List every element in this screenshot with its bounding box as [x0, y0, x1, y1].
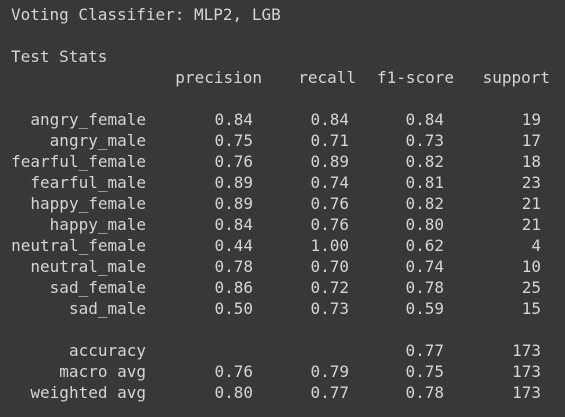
row-label: macro avg [59, 362, 146, 381]
precision-value: 0.80 [214, 383, 253, 402]
row-label: angry_male [49, 131, 146, 150]
recall-value: 0.76 [310, 194, 349, 213]
f1-score-value: 0.59 [405, 299, 444, 318]
row-label: fearful_female [11, 152, 146, 171]
table-row: sad_male 0.50 0.73 0.59 15 [0, 298, 565, 319]
support-value: 10 [521, 257, 541, 276]
row-label: sad_male [68, 299, 146, 318]
header-recall: recall [298, 68, 356, 87]
f1-score-value: 0.77 [405, 341, 444, 360]
f1-score-value: 0.62 [405, 236, 444, 255]
precision-value: 0.76 [214, 362, 253, 381]
f1-score-value: 0.74 [405, 257, 444, 276]
support-value: 173 [512, 341, 541, 360]
table-header: precision recall f1-score support [0, 67, 565, 88]
f1-score-value: 0.80 [405, 215, 444, 234]
precision-value: 0.84 [214, 110, 253, 129]
recall-value: 0.73 [310, 299, 349, 318]
support-value: 23 [521, 173, 541, 192]
recall-value: 0.84 [310, 110, 349, 129]
f1-score-value: 0.82 [405, 152, 444, 171]
recall-value: 0.89 [310, 152, 349, 171]
support-value: 18 [521, 152, 541, 171]
summary-row: weighted avg 0.80 0.77 0.78 173 [0, 382, 565, 403]
precision-value: 0.78 [214, 257, 253, 276]
f1-score-value: 0.75 [405, 362, 444, 381]
summary-row: accuracy 0.77 173 [0, 340, 565, 361]
header-support: support [482, 68, 550, 87]
table-row: angry_female 0.84 0.84 0.84 19 [0, 109, 565, 130]
precision-value: 0.86 [214, 278, 253, 297]
table-row: fearful_male 0.89 0.74 0.81 23 [0, 172, 565, 193]
recall-value: 0.72 [310, 278, 349, 297]
table-row: sad_female 0.86 0.72 0.78 25 [0, 277, 565, 298]
f1-score-value: 0.81 [405, 173, 444, 192]
f1-score-value: 0.84 [405, 110, 444, 129]
support-value: 173 [512, 383, 541, 402]
precision-value: 0.89 [214, 194, 253, 213]
table-row: happy_female 0.89 0.76 0.82 21 [0, 193, 565, 214]
row-label: neutral_male [30, 257, 146, 276]
support-value: 25 [521, 278, 541, 297]
f1-score-value: 0.78 [405, 278, 444, 297]
support-value: 21 [521, 194, 541, 213]
precision-value: 0.89 [214, 173, 253, 192]
support-value: 15 [521, 299, 541, 318]
row-label: sad_female [49, 278, 146, 297]
row-label: angry_female [30, 110, 146, 129]
summary-row: macro avg 0.76 0.79 0.75 173 [0, 361, 565, 382]
recall-value: 0.74 [310, 173, 349, 192]
recall-value: 0.76 [310, 215, 349, 234]
row-label: weighted avg [30, 383, 146, 402]
row-label: fearful_male [30, 173, 146, 192]
row-label: neutral_female [11, 236, 146, 255]
support-value: 4 [531, 236, 541, 255]
output-panel: Voting Classifier: MLP2, LGB Test Stats … [0, 0, 565, 417]
f1-score-value: 0.78 [405, 383, 444, 402]
table-row: fearful_female 0.76 0.89 0.82 18 [0, 151, 565, 172]
f1-score-value: 0.82 [405, 194, 444, 213]
recall-value: 0.71 [310, 131, 349, 150]
recall-value: 0.70 [310, 257, 349, 276]
support-value: 173 [512, 362, 541, 381]
precision-value: 0.75 [214, 131, 253, 150]
f1-score-value: 0.73 [405, 131, 444, 150]
classifier-title: Voting Classifier: MLP2, LGB [11, 5, 281, 24]
support-value: 21 [521, 215, 541, 234]
table-row: neutral_male 0.78 0.70 0.74 10 [0, 256, 565, 277]
table-row: angry_male 0.75 0.71 0.73 17 [0, 130, 565, 151]
recall-value: 1.00 [310, 236, 349, 255]
precision-value: 0.44 [214, 236, 253, 255]
table-row: neutral_female 0.44 1.00 0.62 4 [0, 235, 565, 256]
row-label: happy_male [49, 215, 146, 234]
support-value: 19 [521, 110, 541, 129]
support-value: 17 [521, 131, 541, 150]
section-title: Test Stats [11, 47, 108, 66]
row-label: accuracy [68, 341, 146, 360]
header-f1-score: f1-score [376, 68, 454, 87]
row-label: happy_female [30, 194, 146, 213]
recall-value: 0.79 [310, 362, 349, 381]
table-row: happy_male 0.84 0.76 0.80 21 [0, 214, 565, 235]
precision-value: 0.84 [214, 215, 253, 234]
recall-value: 0.77 [310, 383, 349, 402]
precision-value: 0.50 [214, 299, 253, 318]
header-precision: precision [175, 68, 262, 87]
precision-value: 0.76 [214, 152, 253, 171]
